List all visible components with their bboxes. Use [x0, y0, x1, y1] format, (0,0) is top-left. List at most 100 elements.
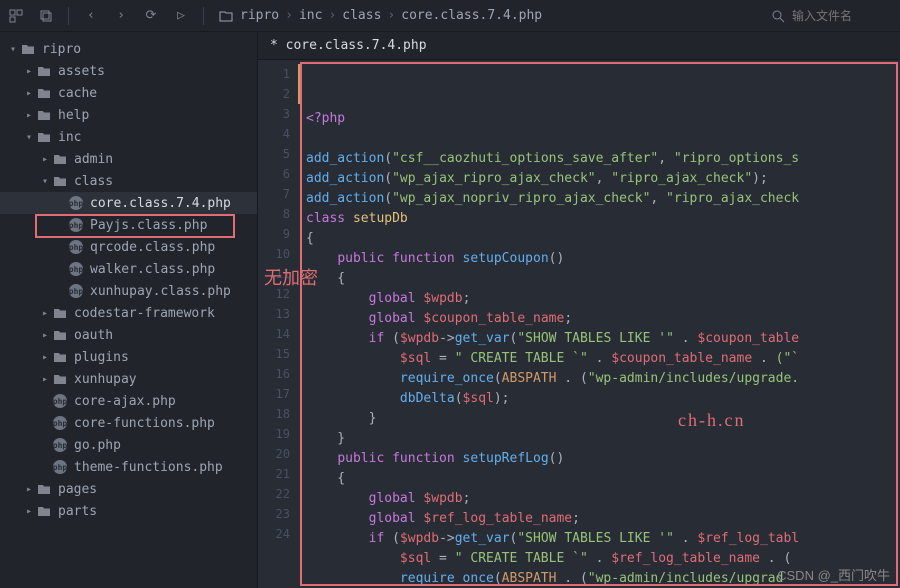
search-icon — [770, 8, 786, 24]
tree-folder[interactable]: ▸admin — [0, 148, 257, 170]
line-number: 17 — [258, 384, 290, 404]
line-number: 6 — [258, 164, 290, 184]
tree-item-label: qrcode.class.php — [90, 240, 215, 255]
line-number: 15 — [258, 344, 290, 364]
tree-item-label: xunhupay.class.php — [90, 284, 231, 299]
line-number: 4 — [258, 124, 290, 144]
tree-file[interactable]: php xunhupay.class.php — [0, 280, 257, 302]
toolbar: ‹ › ⟳ ▷ ripro › inc › class › core.class… — [0, 0, 900, 32]
php-icon: php — [52, 393, 68, 409]
line-number: 13 — [258, 304, 290, 324]
tree-item-label: class — [74, 174, 113, 189]
php-icon: php — [68, 195, 84, 211]
line-number: 8 — [258, 204, 290, 224]
tree-file[interactable]: php theme-functions.php — [0, 456, 257, 478]
tree-file[interactable]: php qrcode.class.php — [0, 236, 257, 258]
tree-file[interactable]: phpcore-ajax.php — [0, 390, 257, 412]
toolbar-separator — [203, 7, 204, 25]
folder-icon — [20, 41, 36, 57]
editor-area: * core.class.7.4.php 1234567891011121314… — [258, 32, 900, 588]
folder-icon — [52, 371, 68, 387]
file-search[interactable] — [770, 8, 892, 24]
tree-folder[interactable]: ▸assets — [0, 60, 257, 82]
breadcrumb-item[interactable]: ripro — [240, 8, 279, 23]
chevron-down-icon: ▾ — [38, 176, 52, 187]
chevron-right-icon: ▸ — [22, 66, 36, 77]
line-number: 16 — [258, 364, 290, 384]
line-number: 21 — [258, 464, 290, 484]
php-icon: php — [68, 239, 84, 255]
editor-highlight-box — [300, 62, 898, 586]
line-number: 24 — [258, 524, 290, 544]
main: ▾ ripro ▸assets▸cache▸help▾inc▸admin▾cla… — [0, 32, 900, 588]
chevron-right-icon: ▸ — [22, 506, 36, 517]
line-number: 1 — [258, 64, 290, 84]
breadcrumb-item[interactable]: class — [342, 8, 381, 23]
tree-folder[interactable]: ▸ parts — [0, 500, 257, 522]
folder-icon — [52, 349, 68, 365]
chevron-right-icon: ▸ — [38, 330, 52, 341]
line-number: 14 — [258, 324, 290, 344]
chevron-right-icon: ▸ — [22, 484, 36, 495]
line-number: 9 — [258, 224, 290, 244]
line-number: 10 — [258, 244, 290, 264]
play-icon[interactable]: ▷ — [173, 8, 189, 24]
line-number: 12 — [258, 284, 290, 304]
tree-file[interactable]: phpcore-functions.php — [0, 412, 257, 434]
php-icon: php — [68, 283, 84, 299]
folder-icon — [36, 63, 52, 79]
tree-folder[interactable]: ▸plugins — [0, 346, 257, 368]
tree-folder[interactable]: ▸help — [0, 104, 257, 126]
tree-item-label: parts — [58, 504, 97, 519]
tree-folder[interactable]: ▸oauth — [0, 324, 257, 346]
tree-item-label: go.php — [74, 438, 121, 453]
folder-icon — [52, 327, 68, 343]
tree-root[interactable]: ▾ ripro — [0, 38, 257, 60]
refresh-icon[interactable]: ⟳ — [143, 8, 159, 24]
tree-file[interactable]: php walker.class.php — [0, 258, 257, 280]
editor-tab[interactable]: * core.class.7.4.php — [270, 38, 427, 53]
chevron-down-icon: ▾ — [6, 44, 20, 55]
tree-file[interactable]: php core.class.7.4.php — [0, 192, 257, 214]
tree-item-label: core-functions.php — [74, 416, 215, 431]
chevron-right-icon: › — [285, 8, 293, 23]
tree-folder[interactable]: ▸pages — [0, 478, 257, 500]
tree-file[interactable]: php go.php — [0, 434, 257, 456]
tree-folder[interactable]: ▸cache — [0, 82, 257, 104]
tree-item-label: codestar-framework — [74, 306, 215, 321]
sidebar: ▾ ripro ▸assets▸cache▸help▾inc▸admin▾cla… — [0, 32, 258, 588]
chevron-right-icon: ▸ — [22, 110, 36, 121]
tree-item-label: xunhupay — [74, 372, 137, 387]
copy-icon[interactable] — [38, 8, 54, 24]
folder-icon — [36, 503, 52, 519]
folder-icon — [36, 107, 52, 123]
tree-folder[interactable]: ▸codestar-framework — [0, 302, 257, 324]
tree-item-label: theme-functions.php — [74, 460, 223, 475]
tree-folder[interactable]: ▾ class — [0, 170, 257, 192]
tree-item-label: admin — [74, 152, 113, 167]
tree-item-label: walker.class.php — [90, 262, 215, 277]
tree-folder[interactable]: ▾inc — [0, 126, 257, 148]
line-number: 20 — [258, 444, 290, 464]
chevron-down-icon: ▾ — [22, 132, 36, 143]
folder-icon — [36, 129, 52, 145]
tree-folder[interactable]: ▸xunhupay — [0, 368, 257, 390]
line-number: 23 — [258, 504, 290, 524]
sidebar-highlight-box — [35, 214, 235, 238]
line-number: 7 — [258, 184, 290, 204]
line-number: 18 — [258, 404, 290, 424]
chevron-right-icon: › — [328, 8, 336, 23]
breadcrumb-item[interactable]: core.class.7.4.php — [401, 8, 542, 23]
tree-item-label: core.class.7.4.php — [90, 196, 231, 211]
line-number: 11 — [258, 264, 290, 284]
php-icon: php — [68, 261, 84, 277]
php-icon: php — [52, 437, 68, 453]
forward-icon[interactable]: › — [113, 8, 129, 24]
search-input[interactable] — [792, 9, 892, 23]
back-icon[interactable]: ‹ — [83, 8, 99, 24]
breadcrumb[interactable]: ripro › inc › class › core.class.7.4.php — [218, 8, 542, 24]
php-icon: php — [52, 459, 68, 475]
breadcrumb-item[interactable]: inc — [299, 8, 322, 23]
menu-icon[interactable] — [8, 8, 24, 24]
line-number: 2 — [258, 84, 290, 104]
